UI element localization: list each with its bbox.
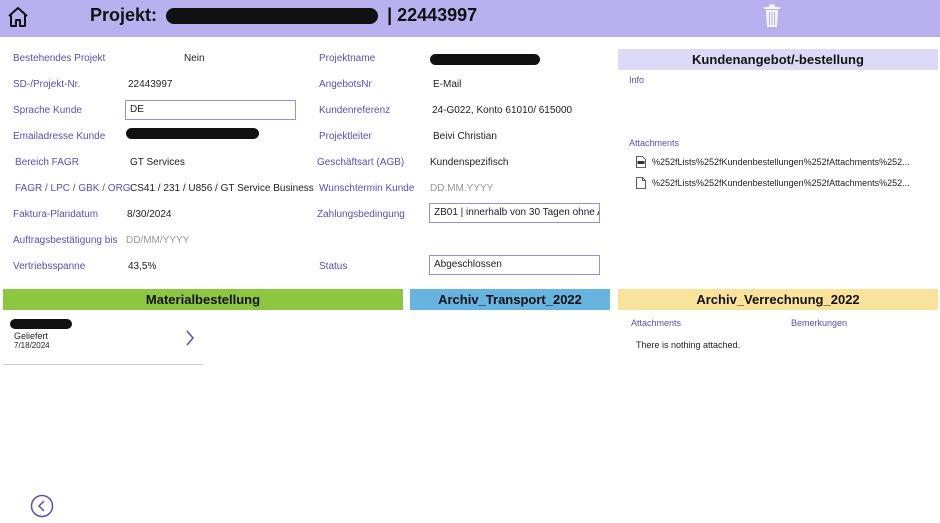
- wunschtermin-date-field[interactable]: DD.MM.YYYY: [430, 183, 493, 194]
- angebotsnr-value: E-Mail: [433, 79, 462, 90]
- sprache-kunde-label: Sprache Kunde: [13, 105, 82, 116]
- redacted-item-title: [10, 319, 72, 329]
- vertriebsspanne-label: Vertriebsspanne: [13, 261, 86, 272]
- bereich-fagr-label: Bereich FAGR: [15, 157, 79, 168]
- auftragsbestaetigung-date-field[interactable]: DD/MM/YYYY: [126, 235, 189, 246]
- bestehendes-projekt-label: Bestehendes Projekt: [13, 53, 106, 64]
- title-project-number: | 22443997: [387, 5, 478, 25]
- sd-projekt-nr-label: SD-/Projekt-Nr.: [13, 79, 81, 90]
- verrechnung-attachments-label: Attachments: [631, 318, 682, 328]
- xml-file-icon: [636, 156, 646, 168]
- faktura-plandatum-label: Faktura-Plandatum: [13, 209, 99, 220]
- emailadresse-kunde-label: Emailadresse Kunde: [13, 131, 106, 142]
- bemerkungen-label: Bemerkungen: [791, 318, 848, 328]
- attachment-item[interactable]: %252fLists%252fKundenbestellungen%252fAt…: [636, 156, 910, 168]
- sprache-kunde-input[interactable]: DE: [125, 100, 296, 120]
- zahlungsbedingung-label: Zahlungsbedingung: [317, 209, 405, 220]
- projektname-label: Projektname: [319, 53, 376, 64]
- kundenreferenz-label: Kundenreferenz: [319, 105, 391, 116]
- back-arrow-icon[interactable]: [30, 494, 54, 518]
- redacted-project-name: [166, 8, 379, 25]
- zahlungsbedingung-dropdown[interactable]: ZB01 | innerhalb von 30 Tagen ohne Ab: [429, 203, 600, 223]
- item-date: 7/18/2024: [14, 341, 50, 350]
- kunde-attachments-label: Attachments: [629, 138, 680, 148]
- title-prefix: Projekt:: [90, 5, 158, 25]
- geschaeftsart-label: Geschäftsart (AGB): [317, 157, 405, 168]
- attachment-item[interactable]: %252fLists%252fKundenbestellungen%252fAt…: [636, 177, 910, 189]
- materialbestellung-heading: Materialbestellung: [3, 289, 403, 310]
- empty-attachments-text: There is nothing attached.: [636, 340, 741, 350]
- bestehendes-projekt-value: Nein: [184, 53, 205, 64]
- fagr-lpc-label: FAGR / LPC / GBK / ORG: [15, 183, 131, 194]
- attachment-name: %252fLists%252fKundenbestellungen%252fAt…: [652, 157, 910, 167]
- home-icon[interactable]: [6, 5, 30, 29]
- fagr-lpc-value: CS41 / 231 / U856 / GT Service Business: [130, 183, 314, 194]
- archiv-verrechnung-heading: Archiv_Verrechnung_2022: [618, 289, 938, 310]
- redacted-email: [126, 128, 259, 139]
- redacted-projektname: [430, 54, 540, 65]
- info-label: Info: [629, 75, 645, 85]
- status-label: Status: [319, 261, 348, 272]
- attachment-name: %252fLists%252fKundenbestellungen%252fAt…: [652, 178, 910, 188]
- chevron-right-icon[interactable]: [185, 330, 195, 346]
- list-item[interactable]: Geliefert 7/18/2024: [3, 316, 203, 365]
- geschaeftsart-value: Kundenspezifisch: [430, 157, 509, 168]
- kundenangebot-heading: Kundenangebot/-bestellung: [618, 49, 938, 70]
- status-dropdown[interactable]: Abgeschlossen: [429, 255, 600, 275]
- top-bar: Projekt: | 22443997: [0, 0, 940, 37]
- page-title: Projekt: | 22443997: [90, 5, 477, 26]
- projektleiter-value: Beivi Christian: [433, 131, 497, 142]
- projektleiter-label: Projektleiter: [319, 131, 372, 142]
- vertriebsspanne-value: 43,5%: [128, 261, 157, 272]
- kundenreferenz-value: 24-G022, Konto 61010/ 615000: [432, 105, 573, 116]
- auftragsbestaetigung-label: Auftragsbestätigung bis: [13, 235, 118, 246]
- angebotsnr-label: AngebotsNr: [319, 79, 372, 90]
- bereich-fagr-value: GT Services: [130, 157, 185, 168]
- item-status: Geliefert: [14, 331, 49, 341]
- file-icon: [636, 177, 646, 189]
- sd-projekt-nr-value: 22443997: [128, 79, 173, 90]
- wunschtermin-label: Wunschtermin Kunde: [319, 183, 415, 194]
- faktura-plandatum-value: 8/30/2024: [127, 209, 172, 220]
- trash-icon[interactable]: [763, 4, 781, 28]
- archiv-transport-heading: Archiv_Transport_2022: [410, 289, 610, 310]
